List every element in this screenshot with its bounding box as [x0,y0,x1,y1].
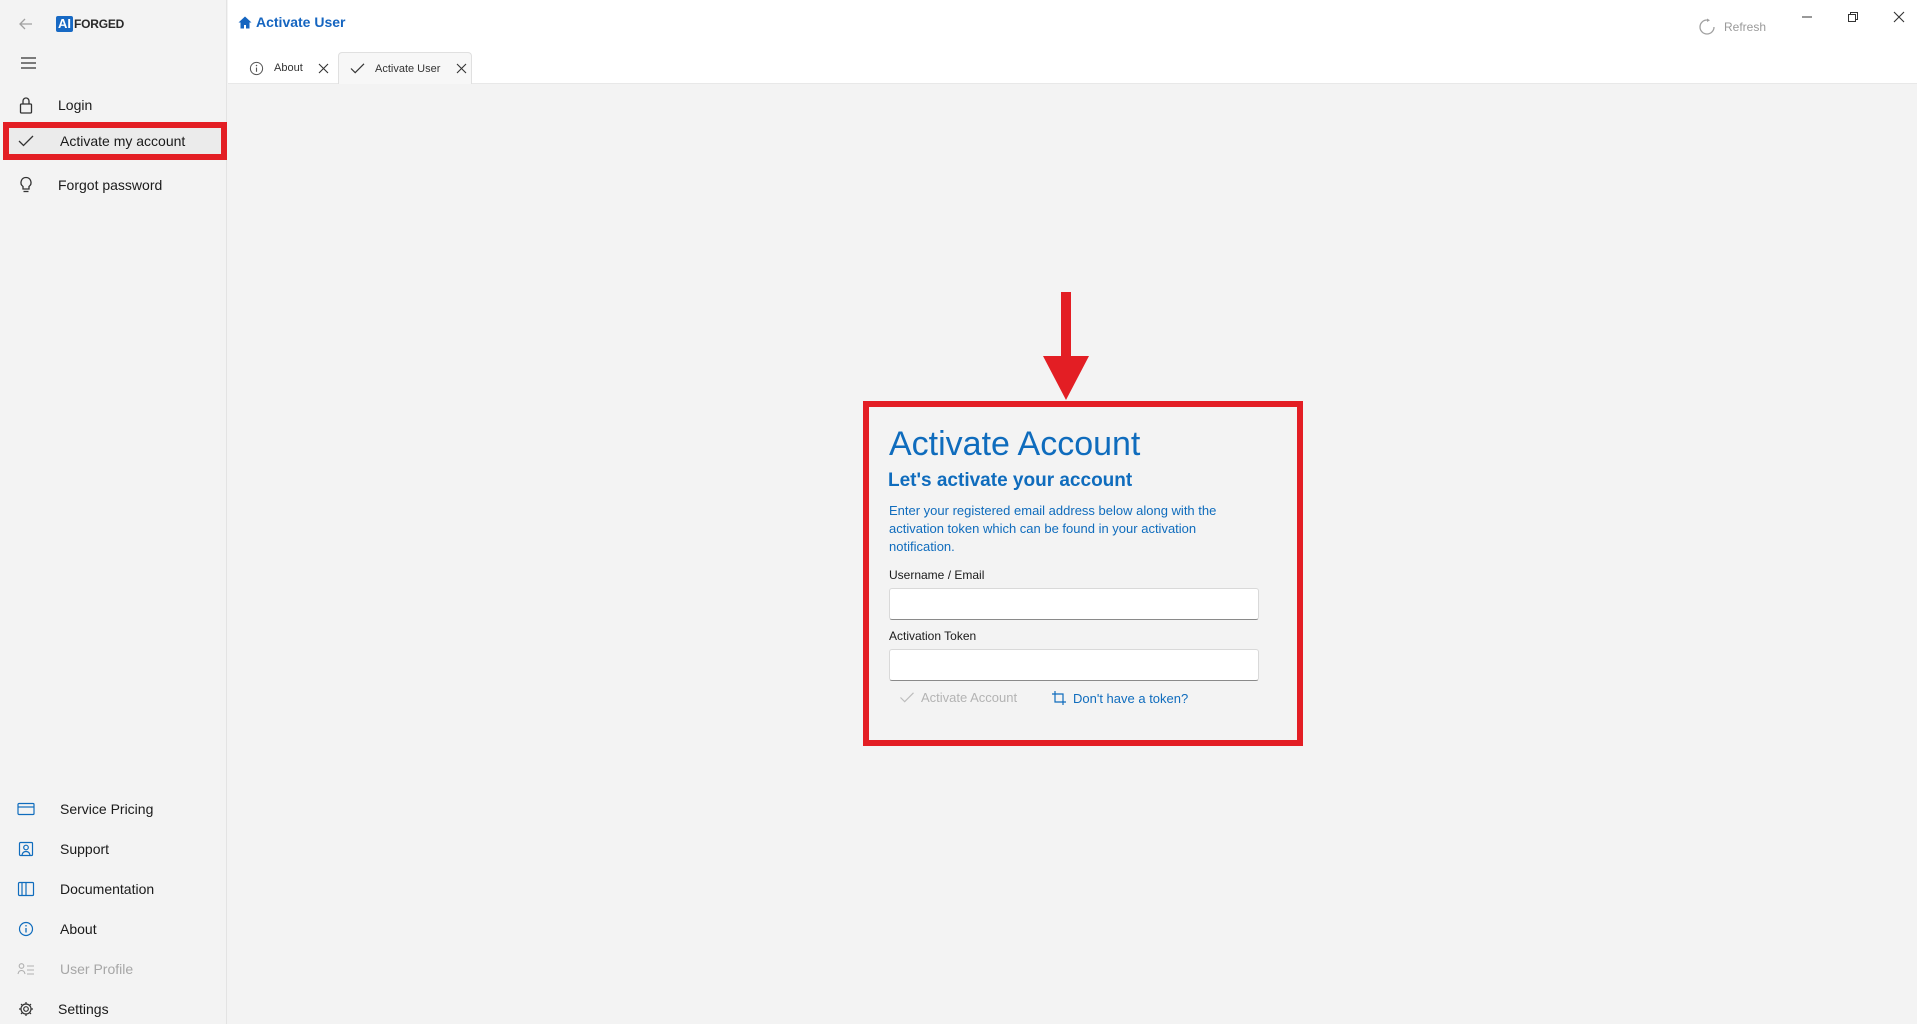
info-icon [16,919,36,939]
sidebar-item-label: Settings [58,1001,109,1017]
restore-icon[interactable] [1844,8,1862,26]
page-title: Activate User [238,14,346,30]
no-token-link[interactable]: Don't have a token? [1051,690,1188,706]
sidebar-item-label: Login [58,97,93,113]
lock-icon [16,95,36,115]
tab-label: Activate User [375,62,441,75]
home-icon [238,16,252,28]
sidebar-item-support[interactable]: Support [10,834,220,864]
activate-account-form: Activate Account Let's activate your acc… [863,401,1303,746]
sidebar-item-label: Support [60,841,110,857]
gear-icon [16,999,36,1019]
sidebar-item-about[interactable]: About [10,914,220,944]
tab-label: About [274,62,303,74]
no-token-label: Don't have a token? [1073,690,1189,706]
sidebar-item-label: About [60,921,97,937]
check-icon [900,692,914,703]
minimize-icon[interactable] [1798,8,1816,26]
info-icon [248,60,264,76]
sidebar-item-label: Activate my account [60,133,186,149]
sidebar-item-documentation[interactable]: Documentation [10,874,220,904]
refresh-icon [1699,18,1715,35]
close-window-icon[interactable] [1890,8,1908,26]
top-bar: Activate User Refresh About Activate Use… [228,0,1917,84]
sidebar-item-label: Documentation [60,881,155,897]
check-icon [16,131,36,151]
sidebar-item-label: Service Pricing [60,801,154,817]
sidebar-item-service-pricing[interactable]: Service Pricing [10,794,220,824]
tab-about[interactable]: About [232,52,344,84]
card-icon [16,799,36,819]
user-list-icon [16,959,36,979]
sidebar: AI FORGED Login Activate my account Forg… [0,0,227,1024]
form-title: Activate Account [889,425,1141,463]
form-subtitle: Let's activate your account [888,470,1133,491]
logo-mark: AI [56,16,73,32]
logo-text: FORGED [74,17,125,31]
sidebar-item-label: Forgot password [58,177,163,193]
username-input[interactable] [889,588,1259,620]
sidebar-item-activate-account[interactable]: Activate my account [3,122,227,160]
book-icon [16,879,36,899]
activation-token-input[interactable] [889,649,1259,681]
check-icon [349,61,365,77]
activate-account-label: Activate Account [921,690,1018,705]
app-logo: AI FORGED [56,14,130,34]
sidebar-item-selected-bg: Activate my account [9,128,221,154]
crop-icon [1052,691,1066,705]
form-description: Enter your registered email address belo… [889,503,1217,554]
tab-activate-user[interactable]: Activate User [338,52,472,84]
token-label: Activation Token [889,629,977,643]
close-tab-icon[interactable] [454,62,468,76]
sidebar-item-user-profile: User Profile [10,954,220,984]
refresh-label: Refresh [1724,20,1767,34]
close-tab-icon[interactable] [317,61,331,75]
sidebar-item-login[interactable]: Login [10,90,220,120]
refresh-button[interactable]: Refresh [1698,18,1766,36]
sidebar-item-forgot-password[interactable]: Forgot password [10,170,220,200]
activate-account-button[interactable]: Activate Account [899,690,1017,705]
username-label: Username / Email [889,568,985,582]
hamburger-menu-icon[interactable] [20,56,40,72]
sidebar-item-label: User Profile [60,961,134,977]
annotation-arrow-down [1043,292,1089,400]
lightbulb-icon [16,175,36,195]
back-arrow-icon[interactable] [16,14,38,34]
page-title-text: Activate User [256,14,346,30]
support-icon [16,839,36,859]
sidebar-item-settings[interactable]: Settings [10,994,220,1024]
